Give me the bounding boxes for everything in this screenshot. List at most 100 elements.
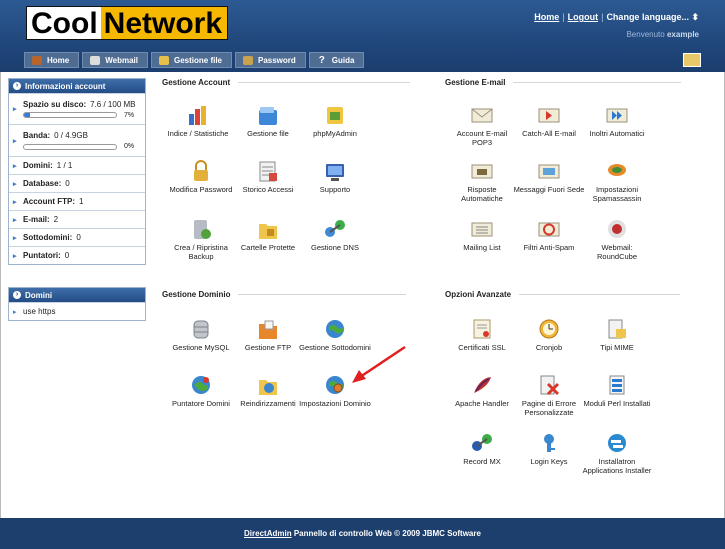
- protected-folder-icon: [257, 218, 279, 240]
- error-pages-icon: [538, 374, 560, 396]
- apache-feather-icon: [471, 374, 493, 396]
- item-ssl[interactable]: Certificati SSL: [446, 318, 518, 352]
- home-link[interactable]: Home: [534, 12, 559, 22]
- autoresponder-icon: [471, 160, 493, 182]
- bandwidth-row: ▸ Banda: 0 / 4.9GB 0%: [9, 124, 145, 156]
- item-change-password[interactable]: Modifica Password: [165, 160, 237, 194]
- item-mime-types[interactable]: Tipi MIME: [581, 318, 653, 352]
- cron-clock-icon: [538, 318, 560, 340]
- main-panel: › Informazioni account ▸ Spazio su disco…: [0, 72, 725, 518]
- redirect-icon: [257, 374, 279, 396]
- pointer-count-row: ▸ Puntatori: 0: [9, 246, 145, 264]
- arrow-right-icon: ▸: [13, 180, 17, 188]
- circle-arrow-icon: ›: [13, 82, 21, 90]
- item-mailing-list[interactable]: Mailing List: [446, 218, 518, 252]
- item-mx-records[interactable]: Record MX: [446, 432, 518, 466]
- tab-password[interactable]: Password: [235, 52, 306, 68]
- padlock-icon: [190, 160, 212, 182]
- item-vacation[interactable]: Messaggi Fuori Sede: [513, 160, 585, 194]
- arrow-right-icon: ▸: [13, 162, 17, 170]
- disk-usage-bar: [23, 112, 117, 118]
- subdomain-globe-icon: [324, 318, 346, 340]
- item-ftp[interactable]: Gestione FTP: [232, 318, 304, 352]
- item-spamassassin[interactable]: Impostazioni Spamassassin: [581, 160, 653, 203]
- domains-box: › Domini ▸ use https: [8, 287, 146, 321]
- logout-link[interactable]: Logout: [568, 12, 599, 22]
- arrow-right-icon: ▸: [13, 308, 17, 316]
- brand-logo-part1: Cool: [27, 7, 101, 40]
- email-count-row: ▸ E-mail: 2: [9, 210, 145, 228]
- item-statistics[interactable]: Indice / Statistiche: [162, 104, 234, 138]
- item-file-manager[interactable]: Gestione file: [232, 104, 304, 138]
- bandwidth-bar: [23, 143, 117, 150]
- language-select[interactable]: Change language... ⬍: [606, 12, 699, 22]
- item-phpmyadmin[interactable]: phpMyAdmin: [299, 104, 371, 138]
- item-protected-folders[interactable]: Cartelle Protette: [232, 218, 304, 252]
- welcome-text: Benvenuto example: [626, 30, 699, 39]
- item-forwarders[interactable]: Inoltri Automatici: [581, 104, 653, 138]
- arrow-right-icon: ▸: [13, 137, 17, 145]
- domain-item[interactable]: ▸ use https: [9, 302, 145, 320]
- username: example: [666, 30, 699, 39]
- main-tabs: Home Webmail Gestione file Password ? Gui…: [24, 52, 365, 68]
- arrow-right-icon: ▸: [13, 234, 17, 242]
- footer: DirectAdmin Pannello di controllo Web © …: [0, 518, 725, 549]
- arrow-right-icon: ▸: [13, 198, 17, 206]
- item-spam-filters[interactable]: Filtri Anti-Spam: [513, 218, 585, 252]
- tab-file-manager[interactable]: Gestione file: [150, 52, 232, 68]
- item-login-keys[interactable]: Login Keys: [513, 432, 585, 466]
- envelope-icon: [90, 55, 101, 65]
- directadmin-link[interactable]: DirectAdmin: [244, 529, 292, 538]
- notes-button[interactable]: [683, 53, 701, 67]
- login-keys-icon: [538, 432, 560, 454]
- mx-record-icon: [471, 432, 493, 454]
- vacation-icon: [538, 160, 560, 182]
- key-icon: [243, 55, 253, 65]
- roundcube-icon: [606, 218, 628, 240]
- domain-pointer-globe-icon: [190, 374, 212, 396]
- item-autoresponders[interactable]: Risposte Automatiche: [446, 160, 518, 203]
- item-cronjob[interactable]: Cronjob: [513, 318, 585, 352]
- tab-home[interactable]: Home: [24, 52, 80, 68]
- item-apache-handlers[interactable]: Apache Handler: [446, 374, 518, 408]
- item-mysql[interactable]: Gestione MySQL: [165, 318, 237, 352]
- item-access-log[interactable]: Storico Accessi: [232, 160, 304, 194]
- mysql-database-icon: [190, 318, 212, 340]
- item-pop3-accounts[interactable]: Account E-mail POP3: [446, 104, 518, 147]
- tab-help[interactable]: ? Guida: [308, 52, 365, 68]
- tab-webmail[interactable]: Webmail: [82, 52, 148, 68]
- section-title-advanced: Opzioni Avanzate: [445, 290, 681, 299]
- arrow-right-icon: ▸: [13, 106, 17, 113]
- installatron-icon: [606, 432, 628, 454]
- item-installatron[interactable]: Installatron Applications Installer: [581, 432, 653, 475]
- dns-icon: [324, 218, 346, 240]
- ftp-count-row: ▸ Account FTP: 1: [9, 192, 145, 210]
- item-roundcube[interactable]: Webmail: RoundCube: [581, 218, 653, 261]
- item-domain-pointers[interactable]: Puntatore Domini: [165, 374, 237, 408]
- spam-filter-icon: [538, 218, 560, 240]
- item-support[interactable]: Supporto: [299, 160, 371, 194]
- file-manager-icon: [257, 104, 279, 126]
- folder-icon: [158, 55, 169, 65]
- item-perl-modules[interactable]: Moduli Perl Installati: [581, 374, 653, 408]
- circle-arrow-icon: ›: [13, 291, 21, 299]
- section-title-account: Gestione Account: [162, 78, 411, 87]
- disk-usage-row: ▸ Spazio su disco: 7.6 / 100 MB 7%: [9, 93, 145, 124]
- phpmyadmin-icon: [324, 104, 346, 126]
- support-icon: [324, 160, 346, 182]
- item-error-pages[interactable]: Pagine di Errore Personalizzate: [513, 374, 585, 417]
- question-icon: ?: [318, 54, 325, 66]
- section-title-email: Gestione E-mail: [445, 78, 682, 87]
- item-catch-all[interactable]: Catch-All E-mail: [513, 104, 585, 138]
- item-redirects[interactable]: Reindirizzamenti: [232, 374, 304, 408]
- ssl-certificate-icon: [471, 318, 493, 340]
- footer-text: Pannello di controllo Web © 2009 JBMC So…: [293, 529, 481, 538]
- item-dns[interactable]: Gestione DNS: [299, 218, 371, 252]
- domain-settings-icon: [324, 374, 346, 396]
- ftp-folder-icon: [257, 318, 279, 340]
- domains-header: › Domini: [9, 288, 145, 302]
- mime-types-icon: [606, 318, 628, 340]
- section-title-domain: Gestione Dominio: [162, 290, 407, 299]
- subdomain-count-row: ▸ Sottodomini: 0: [9, 228, 145, 246]
- item-backup[interactable]: Crea / Ripristina Backup: [165, 218, 237, 261]
